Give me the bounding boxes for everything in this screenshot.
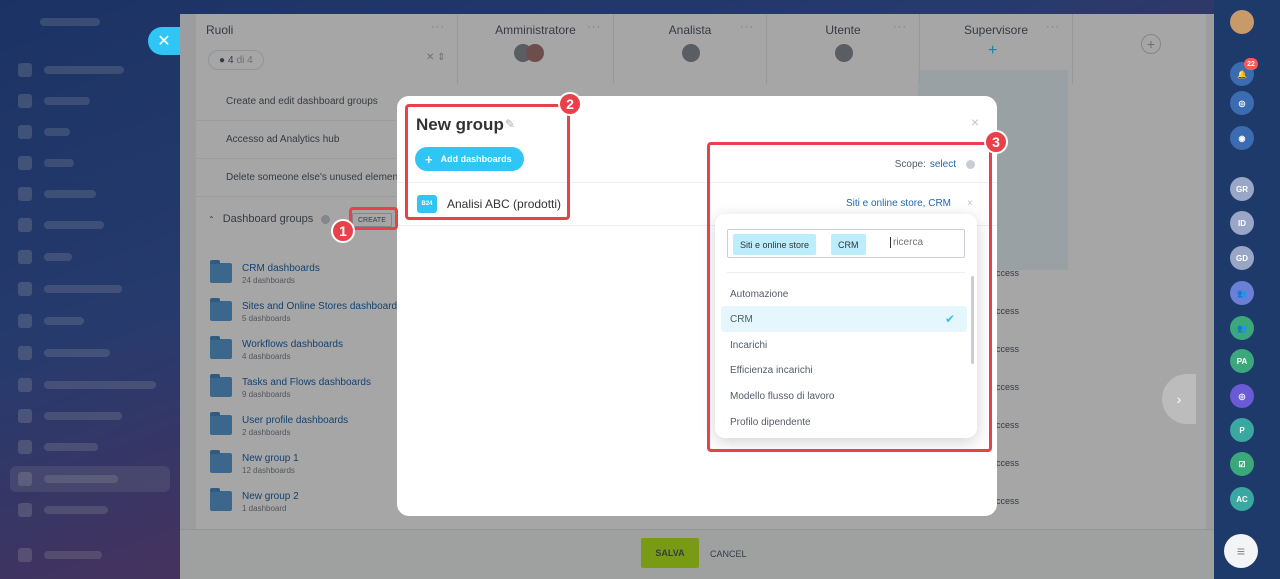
chat-icon[interactable]: ◉ [1230,126,1254,150]
close-icon: ✕ [157,33,171,50]
notification-badge: 22 [1244,58,1258,70]
annotation-box [349,207,398,230]
right-rail: 🔔 22 ◎ ◉ GR ID GD 👥 👥 PA ◎ P ☑ AC [1214,0,1280,579]
group-icon[interactable]: 👥 [1230,316,1254,340]
avatar-P[interactable]: P [1230,418,1254,442]
group-icon[interactable]: 👥 [1230,281,1254,305]
target-icon[interactable]: ◎ [1230,384,1254,408]
annotation-box [405,104,570,220]
close-icon[interactable]: × [971,114,979,130]
close-slider-button[interactable]: ✕ [148,27,180,55]
avatar-AC[interactable]: AC [1230,487,1254,511]
target-icon[interactable]: ◎ [1230,91,1254,115]
annotation-number: 2 [558,92,582,116]
checklist-icon[interactable]: ☑ [1230,452,1254,476]
avatar-GR[interactable]: GR [1230,177,1254,201]
avatar-PA[interactable]: PA [1230,349,1254,373]
annotation-number: 1 [331,219,355,243]
menu-icon[interactable]: ≡ [1224,534,1258,568]
annotation-number: 3 [984,130,1008,154]
avatar-ID[interactable]: ID [1230,211,1254,235]
user-avatar[interactable] [1230,10,1254,34]
avatar-GD[interactable]: GD [1230,246,1254,270]
annotation-box [707,142,992,452]
